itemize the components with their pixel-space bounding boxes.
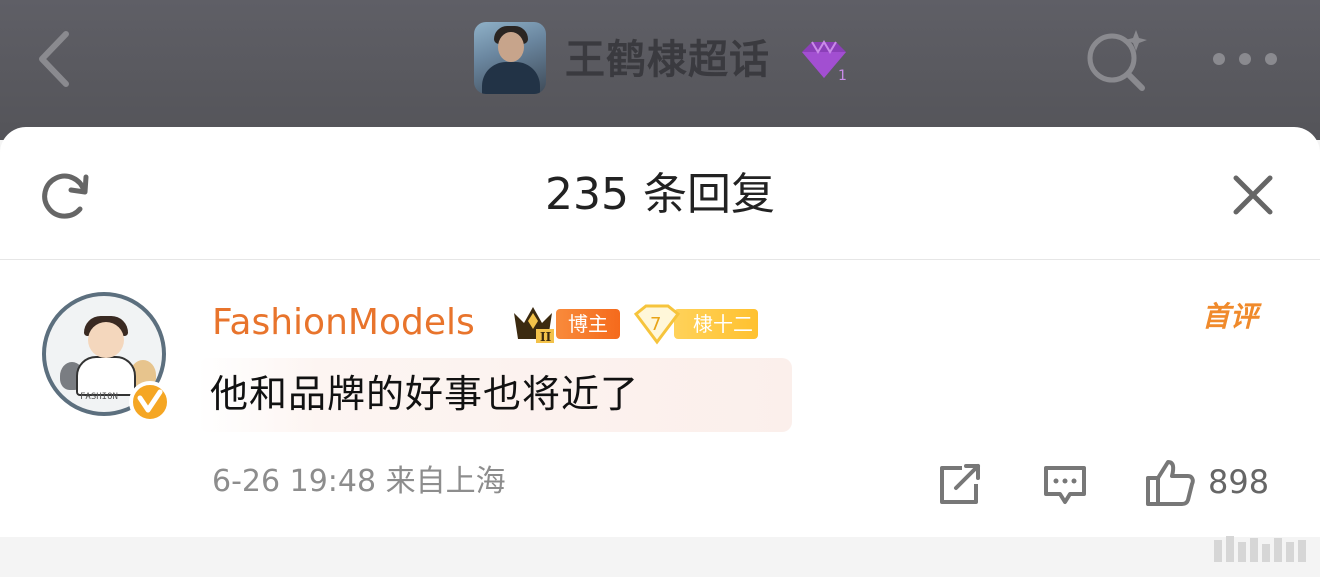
svg-text:1: 1 xyxy=(838,68,847,84)
fan-level-icon: 7 xyxy=(633,304,681,345)
gem-icon: 1 xyxy=(802,40,847,84)
comment-text: 他和品牌的好事也将近了 xyxy=(210,372,640,416)
share-icon[interactable] xyxy=(936,462,984,506)
svg-text:首评: 首评 xyxy=(1202,300,1262,333)
svg-text:II: II xyxy=(540,330,552,344)
search-icon[interactable] xyxy=(1082,26,1150,92)
comment-item: FASHION FashionModels II 博主 棣十二 7 首评 他和品… xyxy=(0,260,1320,537)
like-icon[interactable] xyxy=(1144,458,1196,508)
crown-icon: II xyxy=(514,307,554,344)
verified-icon xyxy=(129,381,171,423)
sheet-header: 235 条回复 xyxy=(0,127,1320,260)
topic-avatar[interactable] xyxy=(474,22,546,94)
close-icon[interactable] xyxy=(1232,174,1274,216)
like-count: 898 xyxy=(1208,463,1270,501)
reply-sheet: 235 条回复 FASHION FashionModels II 博主 棣十二 xyxy=(0,127,1320,537)
comment-timestamp: 6-26 19:48 来自上海 xyxy=(212,464,506,499)
blogger-badge: 博主 xyxy=(556,309,620,339)
more-icon[interactable] xyxy=(1210,50,1280,68)
svg-text:7: 7 xyxy=(650,314,661,335)
top-navigation-bar: 王鹤棣超话 1 xyxy=(0,0,1320,140)
username[interactable]: FashionModels xyxy=(212,298,475,348)
watermark-icon xyxy=(1214,536,1306,562)
topic-title[interactable]: 王鹤棣超话 xyxy=(565,32,770,88)
fan-badge: 棣十二 xyxy=(674,309,758,339)
first-comment-icon: 首评 xyxy=(1202,300,1262,333)
reply-count-title: 235 条回复 xyxy=(545,169,775,220)
comment-icon[interactable] xyxy=(1040,462,1090,506)
back-arrow-icon[interactable] xyxy=(30,28,80,90)
